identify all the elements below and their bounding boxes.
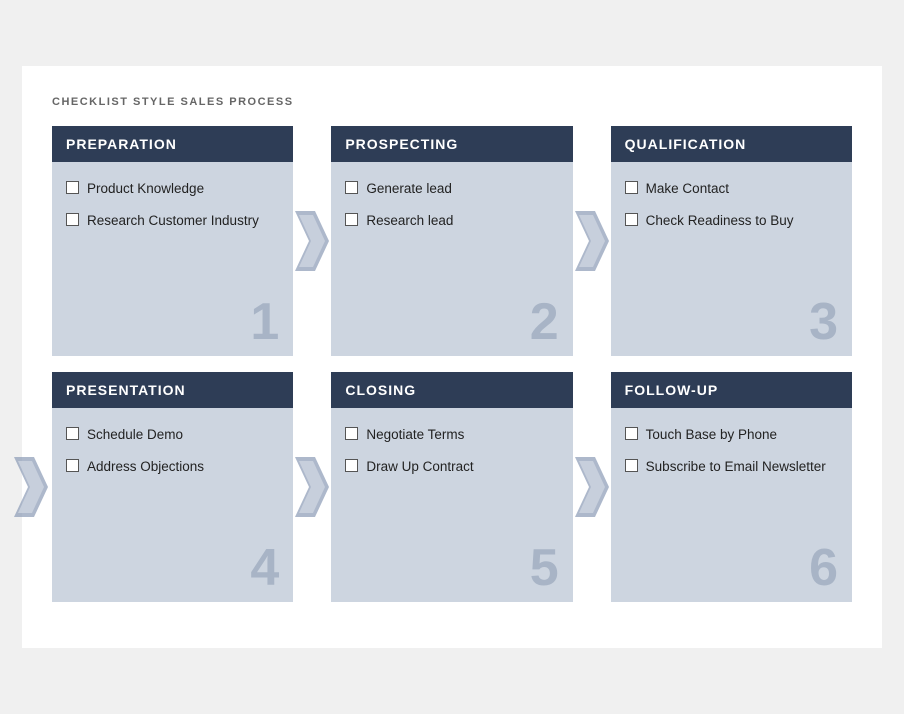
card-header-presentation: PRESENTATION bbox=[52, 372, 293, 408]
list-item: Product Knowledge bbox=[66, 180, 279, 198]
checkbox-icon[interactable] bbox=[345, 459, 358, 472]
checkbox-icon[interactable] bbox=[345, 213, 358, 226]
card-header-qualification: QUALIFICATION bbox=[611, 126, 852, 162]
item-label: Address Objections bbox=[87, 458, 204, 476]
grid-wrapper: PREPARATION Product Knowledge Research C… bbox=[52, 126, 852, 602]
item-label: Research lead bbox=[366, 212, 453, 230]
checkbox-icon[interactable] bbox=[66, 213, 79, 226]
left-chevron-svg bbox=[14, 457, 48, 517]
checkbox-icon[interactable] bbox=[345, 427, 358, 440]
card-presentation: PRESENTATION Schedule Demo Address Objec… bbox=[52, 372, 293, 602]
step-number-6: 6 bbox=[809, 542, 838, 594]
row-2: PRESENTATION Schedule Demo Address Objec… bbox=[52, 372, 852, 602]
item-label: Touch Base by Phone bbox=[646, 426, 777, 444]
step-number-2: 2 bbox=[530, 296, 559, 348]
card-preparation: PREPARATION Product Knowledge Research C… bbox=[52, 126, 293, 356]
step-number-3: 3 bbox=[809, 296, 838, 348]
main-container: CHECKLIST STYLE SALES PROCESS PREPARATIO… bbox=[22, 66, 882, 648]
checkbox-icon[interactable] bbox=[625, 459, 638, 472]
list-item: Touch Base by Phone bbox=[625, 426, 838, 444]
checkbox-icon[interactable] bbox=[345, 181, 358, 194]
checkbox-icon[interactable] bbox=[66, 427, 79, 440]
card-prospecting: PROSPECTING Generate lead Research lead … bbox=[331, 126, 572, 356]
list-item: Subscribe to Email Newsletter bbox=[625, 458, 838, 476]
item-label: Schedule Demo bbox=[87, 426, 183, 444]
chevron-svg bbox=[295, 457, 329, 517]
item-label: Generate lead bbox=[366, 180, 452, 198]
arrow-1-2 bbox=[293, 211, 331, 271]
card-header-preparation: PREPARATION bbox=[52, 126, 293, 162]
item-label: Research Customer Industry bbox=[87, 212, 259, 230]
chevron-svg bbox=[295, 211, 329, 271]
list-item: Research lead bbox=[345, 212, 558, 230]
checkbox-icon[interactable] bbox=[625, 181, 638, 194]
row-1: PREPARATION Product Knowledge Research C… bbox=[52, 126, 852, 356]
item-label: Draw Up Contract bbox=[366, 458, 473, 476]
item-label: Subscribe to Email Newsletter bbox=[646, 458, 826, 476]
list-item: Check Readiness to Buy bbox=[625, 212, 838, 230]
card-header-followup: FOLLOW-UP bbox=[611, 372, 852, 408]
step-number-5: 5 bbox=[530, 542, 559, 594]
card-closing: CLOSING Negotiate Terms Draw Up Contract… bbox=[331, 372, 572, 602]
item-label: Check Readiness to Buy bbox=[646, 212, 794, 230]
list-item: Make Contact bbox=[625, 180, 838, 198]
item-label: Make Contact bbox=[646, 180, 729, 198]
step-number-4: 4 bbox=[250, 542, 279, 594]
checkbox-icon[interactable] bbox=[66, 459, 79, 472]
page-title: CHECKLIST STYLE SALES PROCESS bbox=[52, 96, 852, 108]
arrow-2-3 bbox=[573, 211, 611, 271]
list-item: Schedule Demo bbox=[66, 426, 279, 444]
arrow-4-5 bbox=[293, 457, 331, 517]
list-item: Negotiate Terms bbox=[345, 426, 558, 444]
chevron-svg bbox=[575, 457, 609, 517]
item-label: Product Knowledge bbox=[87, 180, 204, 198]
checkbox-icon[interactable] bbox=[66, 181, 79, 194]
checkbox-icon[interactable] bbox=[625, 427, 638, 440]
card-header-prospecting: PROSPECTING bbox=[331, 126, 572, 162]
chevron-svg bbox=[575, 211, 609, 271]
arrow-5-6 bbox=[573, 457, 611, 517]
list-item: Address Objections bbox=[66, 458, 279, 476]
checkbox-icon[interactable] bbox=[625, 213, 638, 226]
item-label: Negotiate Terms bbox=[366, 426, 464, 444]
card-qualification: QUALIFICATION Make Contact Check Readine… bbox=[611, 126, 852, 356]
list-item: Generate lead bbox=[345, 180, 558, 198]
left-arrow bbox=[14, 457, 48, 517]
list-item: Research Customer Industry bbox=[66, 212, 279, 230]
card-header-closing: CLOSING bbox=[331, 372, 572, 408]
card-followup: FOLLOW-UP Touch Base by Phone Subscribe … bbox=[611, 372, 852, 602]
list-item: Draw Up Contract bbox=[345, 458, 558, 476]
step-number-1: 1 bbox=[250, 296, 279, 348]
